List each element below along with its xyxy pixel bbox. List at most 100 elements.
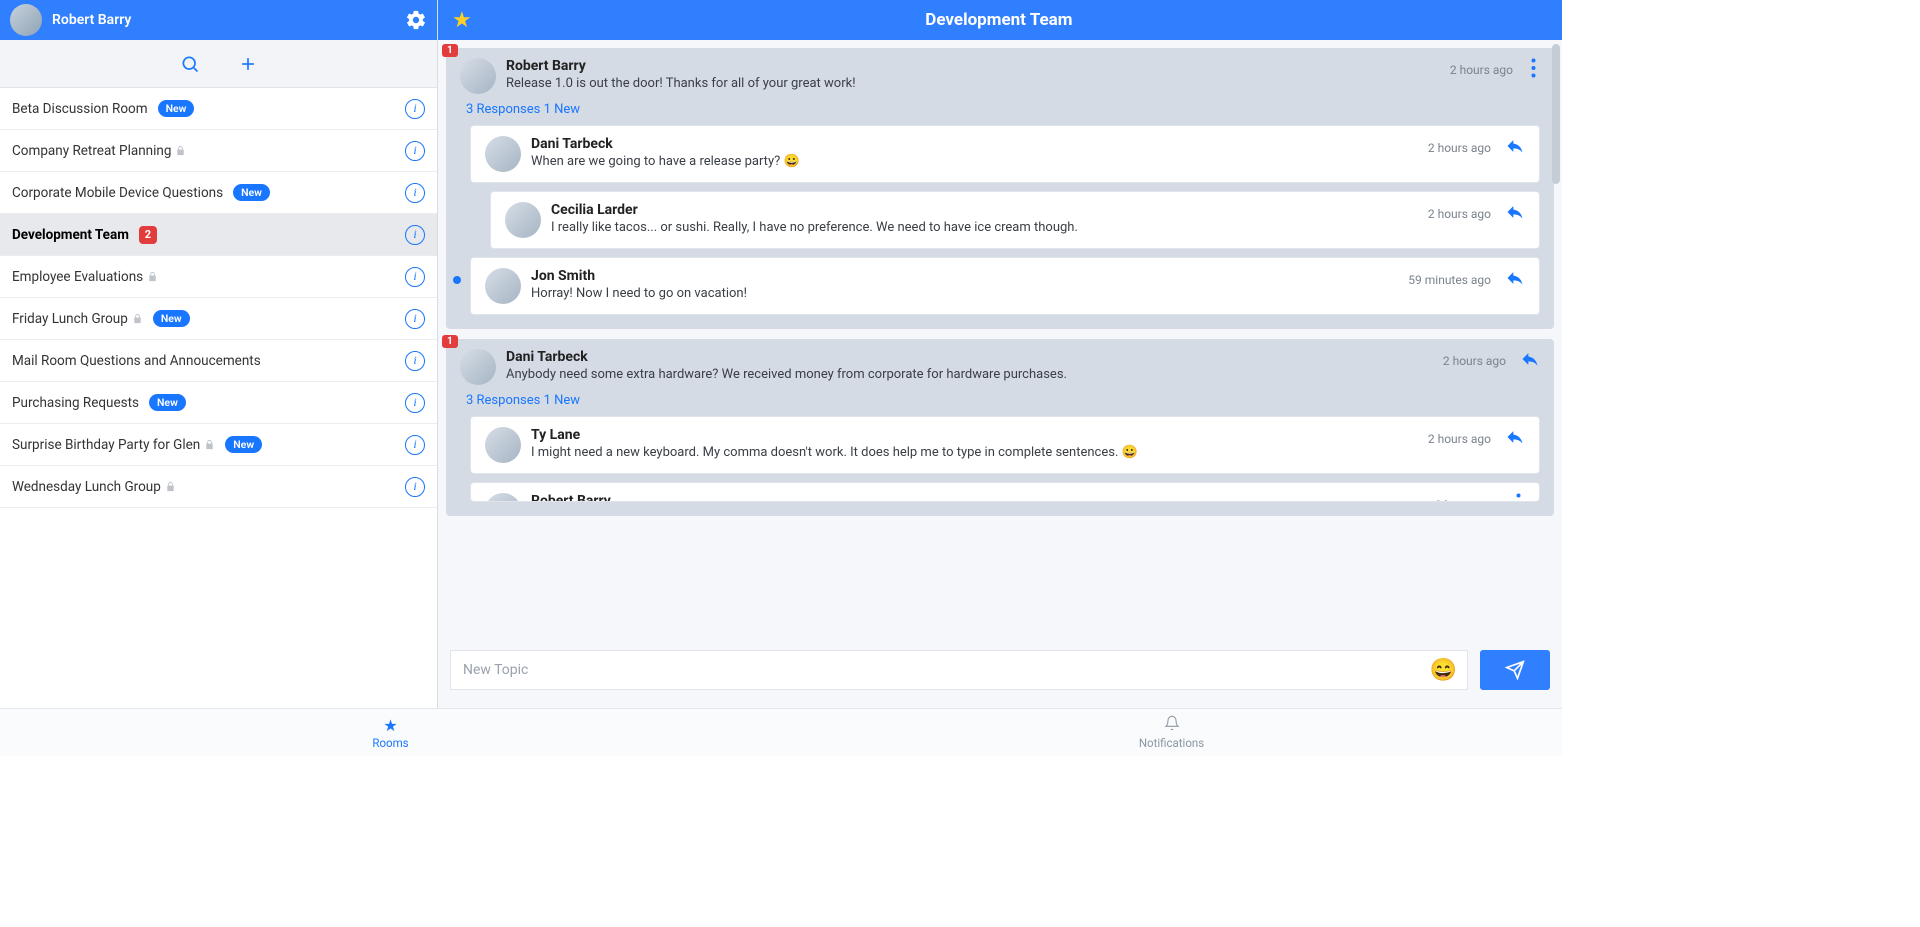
room-info-icon[interactable]: i: [405, 393, 425, 413]
room-name: Development Team: [12, 227, 129, 243]
avatar: [460, 58, 496, 94]
room-name: Friday Lunch Group: [12, 311, 128, 327]
room-item[interactable]: Mail Room Questions and Annoucements i: [0, 340, 437, 382]
send-button[interactable]: [1480, 650, 1550, 690]
message-author: Dani Tarbeck: [531, 136, 1408, 152]
lock-icon: [165, 477, 176, 496]
new-topic-placeholder: New Topic: [463, 662, 528, 678]
room-header: ★ Development Team: [438, 0, 1562, 40]
reply-card: Dani TarbeckWhen are we going to have a …: [470, 125, 1540, 183]
room-info-icon[interactable]: i: [405, 435, 425, 455]
message-time: 59 minutes ago: [1408, 273, 1491, 287]
message-time: 2 hours ago: [1428, 141, 1491, 155]
reply-icon[interactable]: [1505, 136, 1525, 160]
message-author: Ty Lane: [531, 427, 1408, 443]
bell-icon: [1164, 715, 1180, 735]
lock-icon: [175, 141, 186, 160]
responses-link[interactable]: 3 Responses 1 New: [466, 393, 1540, 408]
room-item[interactable]: Surprise Birthday Party for Glen New i: [0, 424, 437, 466]
room-item[interactable]: Company Retreat Planning i: [0, 130, 437, 172]
room-name: Mail Room Questions and Annoucements: [12, 353, 261, 369]
emoji-picker-icon[interactable]: 😄: [1430, 658, 1457, 683]
nav-notifications-label: Notifications: [1139, 736, 1204, 750]
nav-rooms-label: Rooms: [372, 736, 408, 750]
room-info-icon[interactable]: i: [405, 99, 425, 119]
room-item[interactable]: Purchasing RequestsNewi: [0, 382, 437, 424]
favorite-star-icon[interactable]: ★: [452, 8, 472, 33]
reply-icon[interactable]: [1505, 202, 1525, 226]
topic-unread-badge: 1: [442, 335, 458, 348]
new-badge: New: [233, 184, 270, 201]
room-info-icon[interactable]: i: [405, 183, 425, 203]
unread-count-badge: 2: [139, 226, 157, 244]
messages-pane[interactable]: 1Robert BarryRelease 1.0 is out the door…: [438, 40, 1562, 640]
room-item[interactable]: Employee Evaluationsi: [0, 256, 437, 298]
message-text: I really like tacos... or sushi. Really,…: [551, 220, 1408, 235]
reply-card: Robert Barry 2 hours ago: [470, 482, 1540, 502]
more-icon[interactable]: [1527, 58, 1540, 82]
reply-icon[interactable]: [1520, 349, 1540, 373]
user-name: Robert Barry: [52, 12, 131, 28]
lock-icon: [204, 435, 215, 454]
room-name: Surprise Birthday Party for Glen: [12, 437, 200, 453]
more-icon[interactable]: [1512, 493, 1525, 502]
new-badge: New: [153, 310, 190, 327]
scrollbar-thumb[interactable]: [1552, 44, 1560, 184]
room-info-icon[interactable]: i: [405, 309, 425, 329]
room-name: Company Retreat Planning: [12, 143, 171, 159]
bottom-nav: ★ Rooms Notifications: [0, 708, 1562, 756]
topic: 1Dani TarbeckAnybody need some extra har…: [446, 339, 1554, 516]
nav-rooms[interactable]: ★ Rooms: [0, 709, 781, 756]
room-item[interactable]: Wednesday Lunch Group i: [0, 466, 437, 508]
new-topic-input[interactable]: New Topic 😄: [450, 650, 1468, 690]
topic: 1Robert BarryRelease 1.0 is out the door…: [446, 48, 1554, 329]
lock-icon: [132, 309, 143, 328]
message-time: 2 hours ago: [1428, 432, 1491, 446]
room-info-icon[interactable]: i: [405, 477, 425, 497]
message-text: Anybody need some extra hardware? We rec…: [506, 367, 1423, 382]
unread-dot-icon: [453, 276, 461, 284]
room-info-icon[interactable]: i: [405, 267, 425, 287]
room-item[interactable]: Friday Lunch Group New i: [0, 298, 437, 340]
reply-card: Ty LaneI might need a new keyboard. My c…: [470, 416, 1540, 474]
room-name: Wednesday Lunch Group: [12, 479, 161, 495]
settings-gear-icon[interactable]: [405, 9, 427, 31]
main-panel: ★ Development Team 1Robert BarryRelease …: [438, 0, 1562, 708]
new-badge: New: [225, 436, 262, 453]
topic-unread-badge: 1: [442, 44, 458, 57]
sidebar: Robert Barry Beta Discussion RoomNewiCom…: [0, 0, 438, 708]
reply-card: Jon SmithHorray! Now I need to go on vac…: [470, 257, 1540, 315]
message-author: Robert Barry: [531, 493, 1415, 502]
message-author: Robert Barry: [506, 58, 1430, 74]
reply-icon[interactable]: [1505, 268, 1525, 292]
avatar: [485, 136, 521, 172]
room-list: Beta Discussion RoomNewiCompany Retreat …: [0, 88, 437, 708]
avatar: [485, 493, 521, 502]
reply-card: Cecilia Larder I really like tacos... or …: [490, 191, 1540, 249]
reply-icon[interactable]: [1505, 427, 1525, 451]
star-icon: ★: [383, 716, 397, 735]
room-title: Development Team: [472, 10, 1526, 30]
room-info-icon[interactable]: i: [405, 141, 425, 161]
message-time: 2 hours ago: [1435, 498, 1498, 502]
user-avatar[interactable]: [10, 4, 42, 36]
nav-notifications[interactable]: Notifications: [781, 709, 1562, 756]
avatar: [485, 427, 521, 463]
message-time: 2 hours ago: [1450, 63, 1513, 77]
message-time: 2 hours ago: [1443, 354, 1506, 368]
room-info-icon[interactable]: i: [405, 351, 425, 371]
room-item[interactable]: Corporate Mobile Device QuestionsNewi: [0, 172, 437, 214]
room-item[interactable]: Development Team 2 i: [0, 214, 437, 256]
message-author: Jon Smith: [531, 268, 1388, 284]
composer: New Topic 😄: [438, 640, 1562, 708]
room-info-icon[interactable]: i: [405, 225, 425, 245]
room-name: Purchasing Requests: [12, 395, 139, 411]
search-icon[interactable]: [180, 54, 200, 74]
responses-link[interactable]: 3 Responses 1 New: [466, 102, 1540, 117]
room-item[interactable]: Beta Discussion RoomNewi: [0, 88, 437, 130]
avatar: [505, 202, 541, 238]
add-room-icon[interactable]: [238, 54, 258, 74]
message-author: Cecilia Larder: [551, 202, 1408, 218]
new-badge: New: [158, 100, 195, 117]
lock-icon: [147, 267, 158, 286]
